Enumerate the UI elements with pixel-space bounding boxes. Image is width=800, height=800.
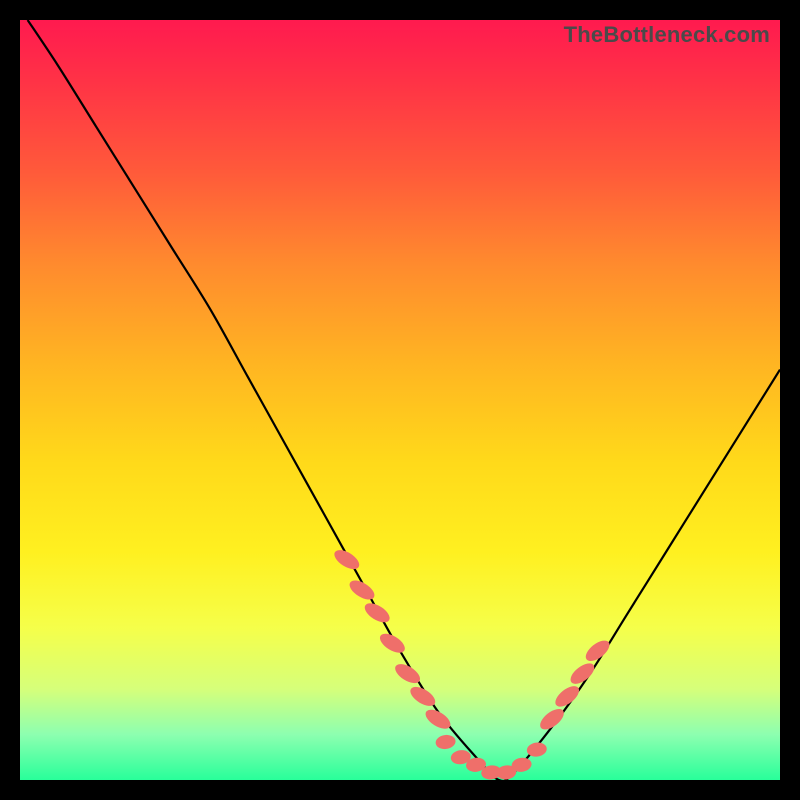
curve-svg xyxy=(20,20,780,780)
highlight-right-group xyxy=(537,637,613,734)
plot-area: TheBottleneck.com xyxy=(20,20,780,780)
highlight-marker xyxy=(362,599,393,626)
highlight-marker xyxy=(377,630,408,657)
chart-frame: TheBottleneck.com xyxy=(0,0,800,800)
highlight-marker xyxy=(537,705,568,733)
highlight-marker xyxy=(331,546,362,573)
highlight-bottom-group xyxy=(435,734,548,780)
highlight-marker xyxy=(435,734,457,751)
highlight-left-group xyxy=(331,546,453,732)
